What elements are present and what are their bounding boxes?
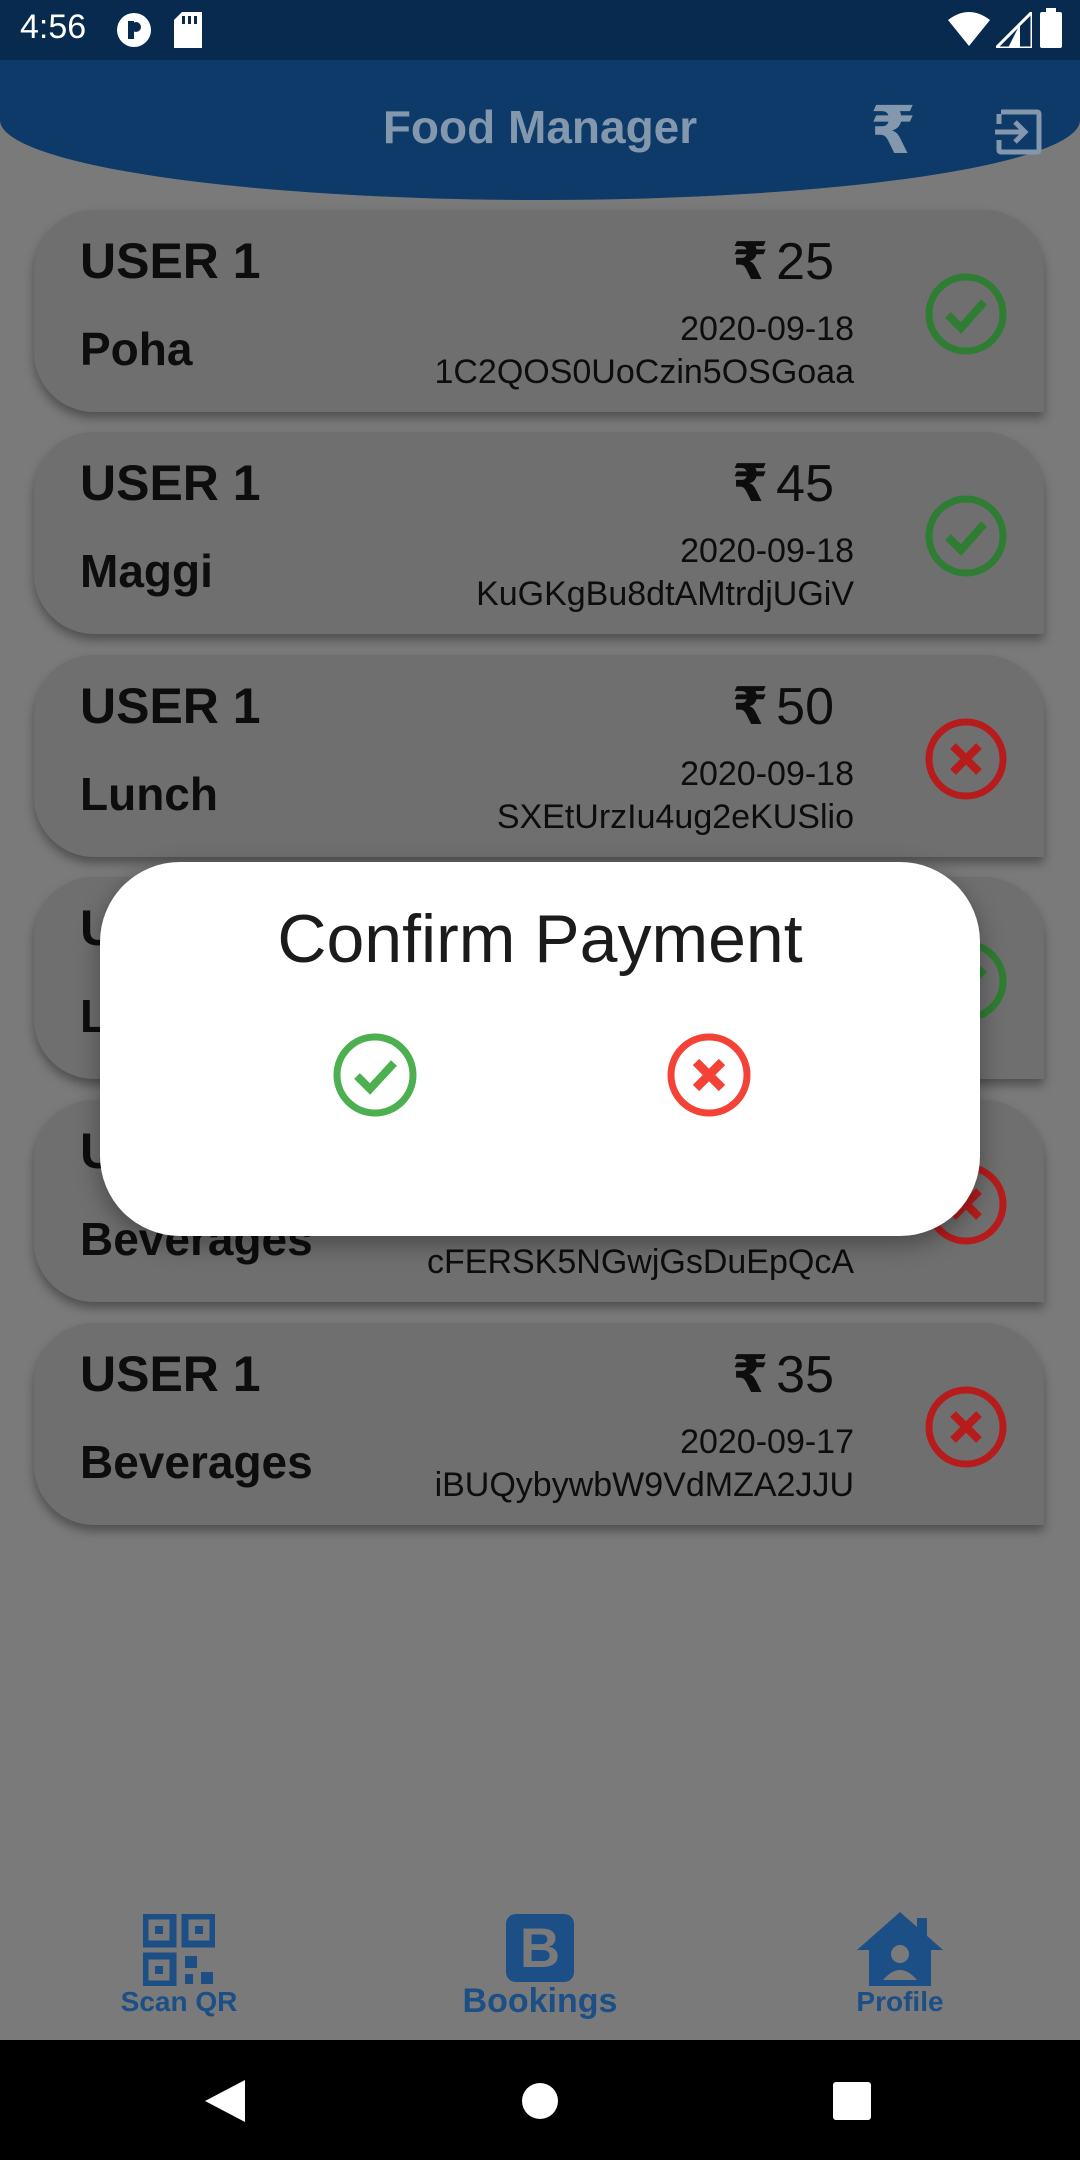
battery-icon (1040, 8, 1062, 48)
rupee-symbol: ₹ (731, 1346, 769, 1404)
nav-bookings[interactable]: B Bookings (440, 1914, 640, 2021)
order-card[interactable]: USER 1 Lunch ₹50 2020-09-18 SXEtUrzIu4ug2eKU… (34, 655, 1044, 857)
check-circle-icon[interactable] (332, 1032, 418, 1118)
order-card[interactable]: USER 1 Beverages ₹35 2020-09-17 iBUQybywbW9V… (34, 1323, 1044, 1525)
nav-label-scan-qr: Scan QR (120, 1986, 238, 2017)
order-price-value: 45 (776, 455, 834, 513)
home-account-icon (857, 1912, 943, 1986)
order-price: ₹50 (732, 677, 834, 737)
order-id: KuGKgBu8dtAMtrdjUGiV (476, 575, 854, 613)
check-circle-icon[interactable] (924, 272, 1008, 356)
back-icon[interactable] (205, 2080, 245, 2122)
rupee-symbol: ₹ (731, 233, 769, 291)
recents-icon[interactable] (833, 2082, 871, 2120)
app-header: Food Manager ₹ (0, 60, 1080, 200)
order-date: 2020-09-18 (680, 755, 854, 793)
system-nav-bar (0, 2040, 1080, 2160)
order-price-value: 35 (776, 1346, 834, 1404)
order-item: Lunch (80, 768, 218, 820)
order-user: USER 1 (80, 455, 261, 511)
rupee-icon[interactable]: ₹ (870, 92, 916, 169)
order-id: iBUQybywbW9VdMZA2JJU (434, 1466, 854, 1504)
nav-label-bookings: Bookings (462, 1982, 618, 2020)
logout-icon[interactable] (995, 108, 1043, 156)
order-price-value: 50 (776, 678, 834, 736)
order-id: 1C2QOS0UoCzin5OSGoaa (434, 353, 854, 391)
dialog-title: Confirm Payment (277, 901, 803, 977)
close-circle-icon[interactable] (666, 1032, 752, 1118)
notification-icon (117, 13, 151, 47)
order-card[interactable]: USER 1 Maggi ₹45 2020-09-18 KuGKgBu8dtAMtrdj… (34, 432, 1044, 634)
order-date: 2020-09-18 (680, 532, 854, 570)
home-icon[interactable] (521, 2082, 559, 2120)
bookings-icon: B (506, 1914, 574, 1982)
wifi-icon (948, 12, 990, 46)
order-user: USER 1 (80, 678, 261, 734)
order-item: Poha (80, 323, 193, 375)
order-date: 2020-09-17 (680, 1423, 854, 1461)
order-date: 2020-09-18 (680, 310, 854, 348)
order-price-value: 25 (776, 233, 834, 291)
signal-icon (996, 12, 1032, 48)
order-card[interactable]: USER 1 Poha ₹25 2020-09-18 1C2QOS0UoCzin5OSG… (34, 210, 1044, 412)
sd-card-icon (174, 12, 202, 48)
order-price: ₹25 (732, 232, 834, 292)
nav-scan-qr[interactable]: Scan QR (104, 1914, 254, 2018)
order-item: Beverages (80, 1436, 313, 1488)
order-id: cFERSK5NGwjGsDuEpQcA (427, 1243, 854, 1281)
order-item: Maggi (80, 545, 213, 597)
close-circle-icon[interactable] (924, 1385, 1008, 1469)
bookings-icon-letter: B (519, 1916, 561, 1979)
order-user: USER 1 (80, 1346, 261, 1402)
bottom-nav: Scan QR B Bookings Profile (0, 1890, 1080, 2040)
order-price: ₹35 (732, 1345, 834, 1405)
rupee-symbol: ₹ (731, 678, 769, 736)
nav-label-profile: Profile (856, 1986, 944, 2017)
status-time: 4:56 (20, 8, 87, 46)
page-title: Food Manager (382, 101, 698, 153)
qr-code-icon (143, 1914, 215, 1986)
check-circle-icon[interactable] (924, 494, 1008, 578)
order-price: ₹45 (732, 454, 834, 514)
rupee-symbol: ₹ (731, 455, 769, 513)
close-circle-icon[interactable] (924, 717, 1008, 801)
order-id: SXEtUrzIu4ug2eKUSlio (496, 798, 854, 836)
nav-profile[interactable]: Profile (820, 1910, 980, 2018)
order-user: USER 1 (80, 233, 261, 289)
confirm-payment-dialog: Confirm Payment (100, 862, 980, 1236)
status-bar: 4:56 (0, 0, 1080, 60)
